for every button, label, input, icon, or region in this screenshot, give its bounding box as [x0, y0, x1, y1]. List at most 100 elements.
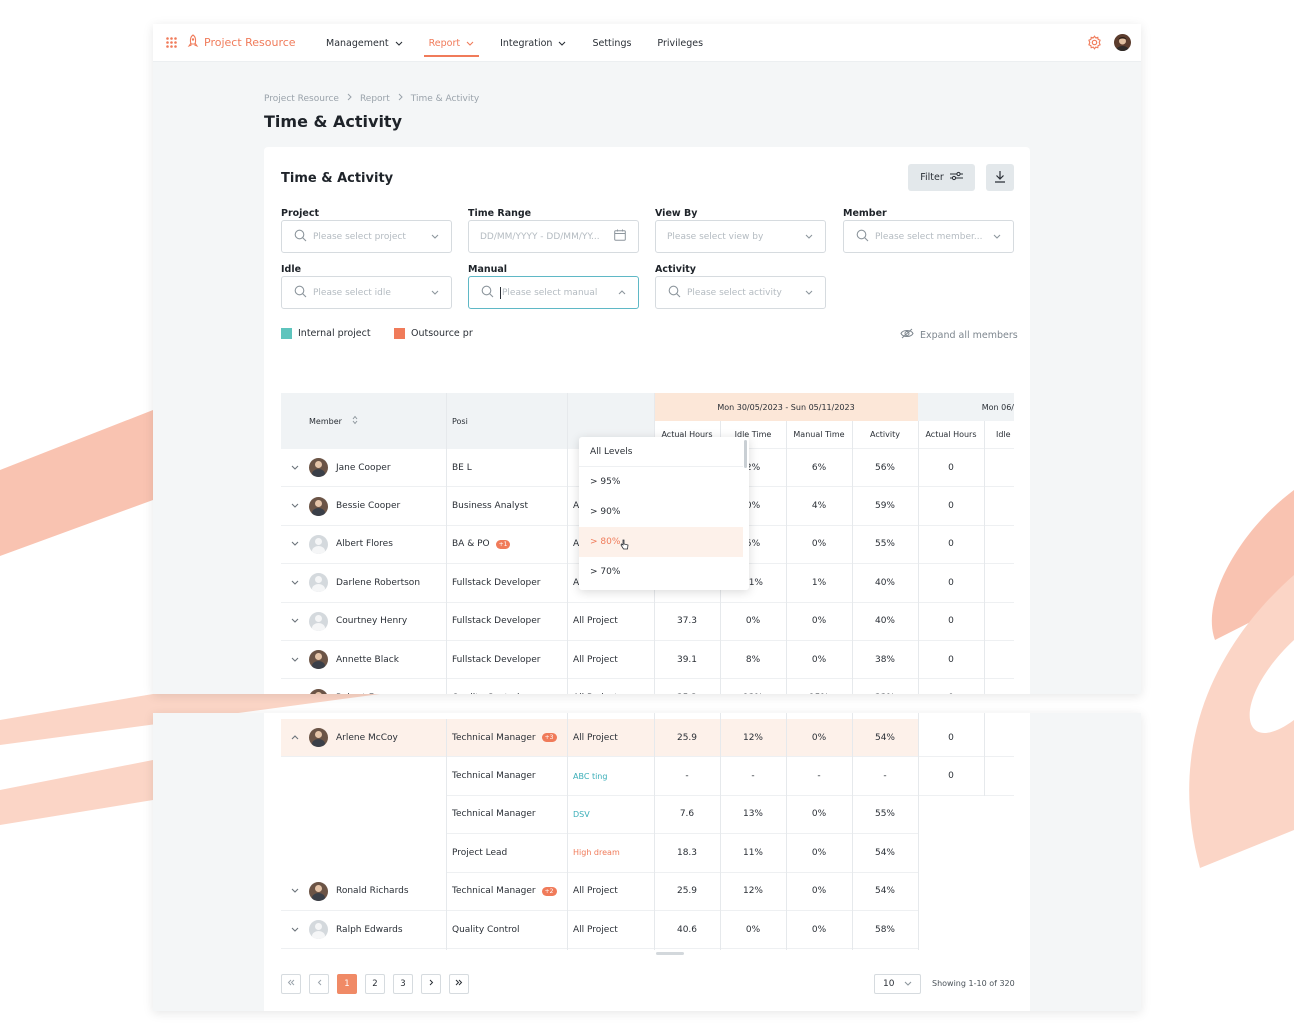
activity: 55%	[852, 526, 918, 565]
idle-select[interactable]: Please select idle	[281, 276, 452, 309]
idle-time-value: 13%	[743, 693, 763, 694]
chevron-down-icon	[431, 288, 439, 298]
next-page-button[interactable]	[421, 974, 441, 994]
filter-button[interactable]: Filter	[908, 164, 975, 191]
expand-row-toggle[interactable]	[281, 911, 309, 950]
page-size-select[interactable]: 10	[874, 974, 921, 994]
next-actual-hours-value: 0	[948, 654, 954, 665]
calendar-icon[interactable]	[614, 229, 626, 244]
expand-row-toggle[interactable]	[281, 526, 309, 565]
breadcrumb-item[interactable]: Project Resource	[264, 94, 339, 104]
chevron-up-icon	[618, 288, 626, 298]
manual-label: Manual	[468, 264, 508, 275]
menu-integration[interactable]: Integration	[500, 24, 566, 62]
dropdown-option[interactable]: > 70%	[579, 557, 743, 587]
position-cell: Business Analyst	[446, 487, 567, 526]
chevron-down-icon	[291, 616, 299, 626]
chevron-down-icon	[431, 232, 439, 242]
prev-page-button[interactable]	[309, 974, 329, 994]
collapse-row-toggle[interactable]	[281, 719, 309, 758]
expand-row-toggle[interactable]	[281, 564, 309, 603]
idle-time-value: 0%	[745, 924, 761, 935]
member-cell[interactable]: Albert Flores	[309, 526, 446, 565]
expand-row-toggle[interactable]	[281, 679, 309, 694]
dropdown-option[interactable]: > 90%	[579, 497, 743, 527]
next-actual-hours-value: 0	[948, 732, 954, 743]
main-window-continued: Arlene McCoy Technical Manager +3 All Proje…	[153, 713, 1141, 1011]
dropdown-option[interactable]: > 95%	[579, 467, 743, 497]
user-avatar[interactable]	[1114, 34, 1131, 51]
horizontal-scrollbar[interactable]	[656, 952, 684, 955]
member-cell[interactable]: Jane Cooper	[309, 449, 446, 488]
project-select[interactable]: Please select project	[281, 220, 452, 253]
manual-time: 15%	[786, 679, 852, 694]
project-cell: High dream	[567, 834, 654, 873]
double-chevron-right-icon	[455, 979, 463, 989]
member-header[interactable]: Member	[281, 393, 446, 449]
member-cell[interactable]: Arlene McCoy	[309, 719, 446, 758]
menu-management[interactable]: Management	[326, 24, 403, 62]
manual-time-value: 0%	[811, 616, 827, 627]
manual-select[interactable]: Please select manual	[468, 276, 639, 309]
member-select[interactable]: Please select member...	[843, 220, 1014, 253]
member-cell[interactable]: Robert Fox	[309, 679, 446, 694]
project-cell: DSV	[567, 796, 654, 835]
sub-header: Idle	[984, 421, 1014, 449]
page-2-button[interactable]: 2	[365, 974, 385, 994]
avatar	[309, 496, 328, 516]
expand-row-toggle[interactable]	[281, 603, 309, 641]
project-name: High dream	[573, 848, 620, 858]
project-name: ABC ting	[573, 771, 608, 781]
idle-time-value: 0%	[745, 616, 761, 627]
member-name: Bessie Cooper	[336, 501, 401, 512]
page-3-button[interactable]: 3	[393, 974, 413, 994]
apps-grid-icon[interactable]	[166, 37, 177, 51]
menu-privileges[interactable]: Privileges	[657, 24, 703, 62]
sub-header: Actual Hours	[918, 421, 984, 449]
report-panel: Time & Activity Filter Project Please se…	[264, 147, 1030, 694]
page-1-button[interactable]: 1	[337, 974, 357, 994]
member-cell[interactable]: Ronald Richards	[309, 873, 446, 911]
idle-time-value: 13%	[742, 809, 763, 820]
filter-button-label: Filter	[920, 172, 944, 183]
dropdown-scrollbar[interactable]	[744, 440, 747, 468]
member-cell[interactable]: Ralph Edwards	[309, 911, 446, 950]
next-actual-hours: 0	[918, 603, 984, 641]
actual-hours: 18.3	[654, 834, 720, 873]
brand-logo[interactable]: Project Resource	[187, 34, 296, 51]
activity: 40%	[852, 564, 918, 603]
member-cell[interactable]: Courtney Henry	[309, 603, 446, 641]
avatar	[309, 688, 328, 694]
gear-icon[interactable]	[1087, 35, 1102, 53]
activity-select[interactable]: Please select activity	[655, 276, 826, 309]
breadcrumb-item[interactable]: Report	[360, 94, 390, 104]
double-chevron-left-icon	[287, 979, 295, 989]
position-name: Technical Manager	[452, 732, 536, 743]
time-range-input[interactable]: DD/MM/YYYY - DD/MM/YY...	[468, 220, 639, 253]
idle-time: 13%	[720, 796, 786, 835]
position-cell: Technical Manager +3	[446, 719, 567, 758]
menu-settings[interactable]: Settings	[592, 24, 631, 62]
manual-time-value: 0%	[811, 732, 827, 743]
next-idle-cell	[984, 679, 1014, 694]
download-button[interactable]	[986, 164, 1014, 191]
first-page-button[interactable]	[281, 974, 301, 994]
expand-row-toggle[interactable]	[281, 873, 309, 911]
expand-row-toggle[interactable]	[281, 487, 309, 526]
view-by-select[interactable]: Please select view by	[655, 220, 826, 253]
expand-row-toggle[interactable]	[281, 449, 309, 488]
outsource-swatch	[394, 328, 405, 339]
member-cell[interactable]: Darlene Robertson	[309, 564, 446, 603]
actual-hours-value: 35.2	[677, 693, 697, 694]
dropdown-option[interactable]: All Levels	[579, 437, 743, 467]
last-page-button[interactable]	[449, 974, 469, 994]
dropdown-option[interactable]: > 80%	[579, 527, 743, 557]
manual-time: 1%	[786, 564, 852, 603]
idle-placeholder: Please select idle	[313, 287, 391, 298]
expand-row-toggle[interactable]	[281, 641, 309, 680]
menu-report[interactable]: Report	[423, 24, 479, 62]
member-cell[interactable]: Bessie Cooper	[309, 487, 446, 526]
activity: 54%	[852, 834, 918, 873]
member-cell[interactable]: Annette Black	[309, 641, 446, 680]
expand-all-button[interactable]: Expand all members	[900, 328, 1018, 342]
